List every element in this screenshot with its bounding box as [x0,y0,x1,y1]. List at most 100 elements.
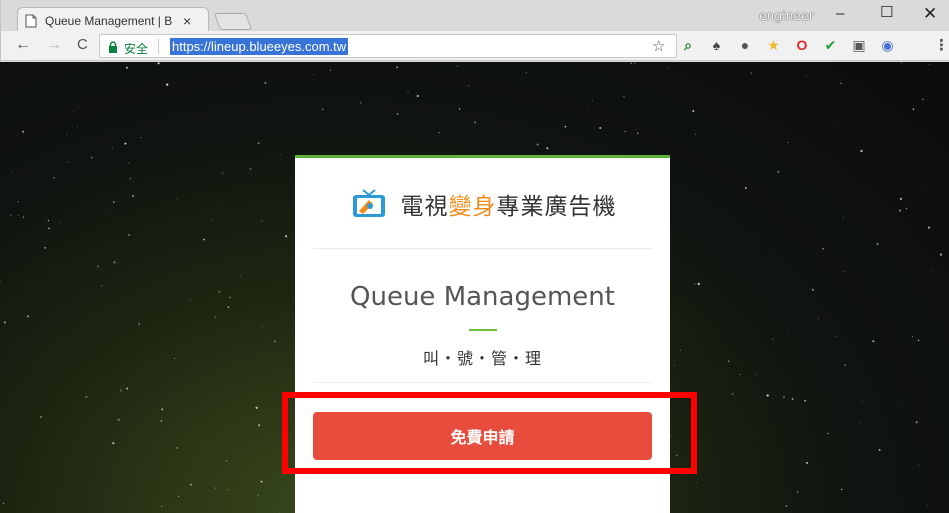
star-dot [899,197,902,200]
star-dot [229,296,232,299]
star-dot [203,238,206,241]
star-dot [125,66,128,69]
star-dot [124,142,127,145]
tab-close-icon[interactable]: × [183,14,191,28]
star-dot [910,293,911,295]
close-window-button[interactable]: ✕ [923,4,937,24]
star-dot [67,161,68,163]
star-dot [112,442,115,445]
star-dot [783,396,785,398]
maximize-button[interactable]: ☐ [880,3,893,21]
star-dot [843,271,845,273]
star-dot [280,154,281,156]
reload-button[interactable]: C [77,37,88,53]
divider [313,382,652,383]
star-dot [233,401,235,403]
star-dot [915,421,918,424]
star-dot [396,66,399,69]
check-icon[interactable]: ✔ [823,37,839,53]
star-dot [587,125,589,127]
star-dot [90,156,93,159]
star-dot [140,136,142,139]
star-dot [214,316,216,318]
star-dot [620,65,622,66]
star-dot [822,248,824,250]
star-dot [218,290,221,293]
star-dot [546,147,549,150]
profile-name[interactable]: engineer [759,9,814,23]
ext-4-icon[interactable]: ★ [766,37,782,53]
star-dot [827,432,829,435]
star-dot [407,91,409,93]
star-dot [564,125,567,128]
star-dot [744,187,747,189]
star-dot [22,216,25,219]
tab-content[interactable]: Queue Management | B × [25,10,209,31]
star-dot [66,134,68,136]
star-dot [71,110,73,112]
star-dot [119,389,122,392]
star-dot [731,393,734,396]
star-dot [901,402,903,404]
star-dot [329,69,331,71]
back-button[interactable]: ← [15,37,31,53]
star-dot [211,219,213,221]
lock-icon[interactable] [108,40,118,53]
star-dot [240,275,241,277]
star-dot [44,246,47,249]
brand-name: 電視變身專業廣告機 [401,187,617,221]
star-dot [899,209,901,212]
browser-menu-icon[interactable]: ⋮ [934,36,949,54]
star-dot [835,119,837,121]
secure-label[interactable]: 安全 [124,40,148,57]
star-dot [255,406,258,409]
star-dot [117,418,120,421]
star-dot [264,82,267,84]
star-dot [132,195,134,197]
address-bar[interactable]: 安全 https://lineup.blueeyes.com.tw ☆ [99,34,677,58]
star-dot [111,147,114,149]
ext-5-icon[interactable]: ▣ [851,37,867,53]
star-dot [673,365,675,367]
star-dot [924,141,926,143]
brand-text-pre: 電視 [400,194,449,220]
minimize-button[interactable]: – [836,5,844,22]
star-dot [252,493,254,494]
ext-1-icon[interactable]: ⌕ [680,37,696,53]
ext-2-icon[interactable]: ♠ [709,37,725,53]
omnibox-separator [158,39,159,54]
star-dot [878,449,881,451]
star-dot [261,325,263,327]
star-dot [190,483,192,486]
star-dot [928,63,930,65]
star-dot [623,95,625,98]
star-dot [842,216,844,218]
star-dot [811,288,814,291]
star-dot [591,100,593,102]
star-dot [785,505,788,507]
ext-6-icon[interactable]: ◉ [880,37,896,53]
star-dot [928,226,930,229]
star-dot [900,62,903,64]
star-dot [805,461,809,464]
star-dot [791,398,794,400]
opera-icon[interactable]: O [794,37,810,53]
star-dot [630,62,633,65]
star-dot [277,117,279,119]
page-icon [25,14,37,28]
star-dot [10,214,12,217]
star-dot [796,491,799,493]
url-text[interactable]: https://lineup.blueeyes.com.tw [170,38,349,55]
star-dot [257,142,260,145]
star-dot [126,387,129,390]
star-dot [587,106,589,108]
new-tab-button[interactable] [213,13,253,30]
ext-3-icon[interactable]: ● [737,37,753,53]
star-dot [360,102,362,104]
star-dot [840,488,843,491]
forward-button[interactable]: → [46,37,62,53]
bookmark-star-icon[interactable]: ☆ [652,37,665,55]
star-dot [257,494,259,496]
star-dot [60,221,62,223]
star-dot [178,495,180,498]
